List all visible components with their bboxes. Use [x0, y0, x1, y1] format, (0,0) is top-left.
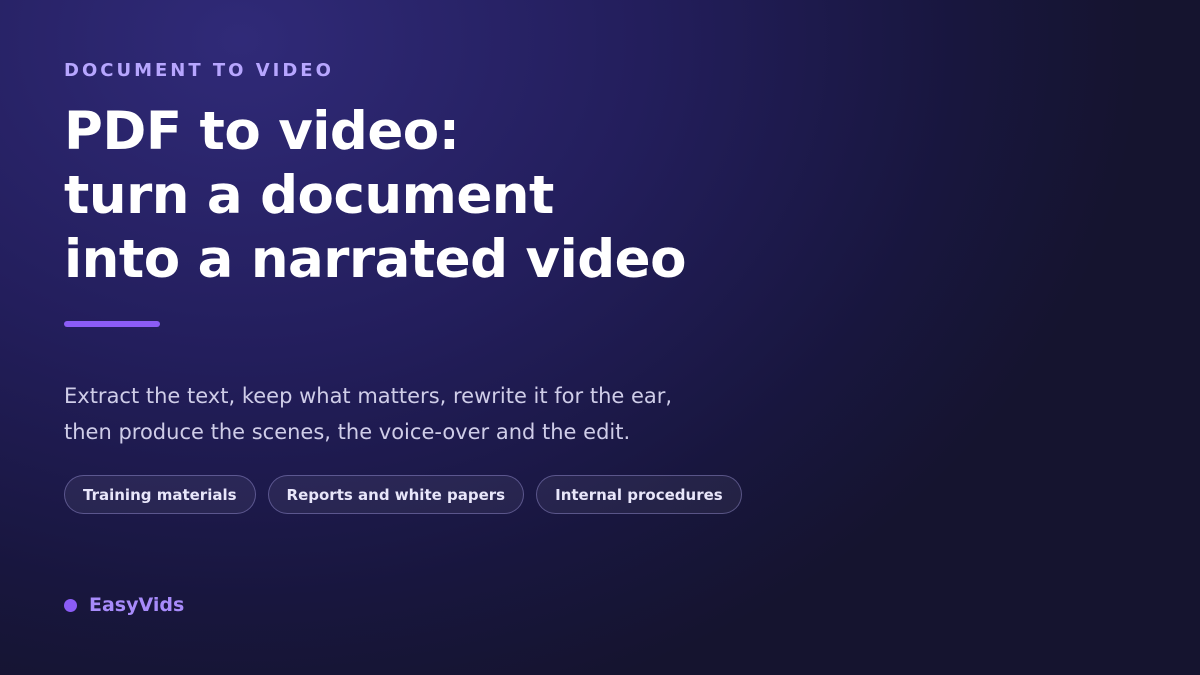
- eyebrow-label: DOCUMENT TO VIDEO: [64, 60, 334, 81]
- hero-section: DOCUMENT TO VIDEO PDF to video: turn a d…: [64, 0, 784, 675]
- tag-list: Training materials Reports and white pap…: [64, 475, 742, 514]
- brand-name: EasyVids: [89, 594, 185, 616]
- tag-internal-procedures: Internal procedures: [536, 475, 742, 514]
- lede-line: Extract the text, keep what matters, rew…: [64, 384, 673, 408]
- headline-line: turn a document: [64, 165, 554, 226]
- lede-line: then produce the scenes, the voice-over …: [64, 420, 631, 444]
- headline-line: PDF to video:: [64, 101, 460, 162]
- lede-paragraph: Extract the text, keep what matters, rew…: [64, 378, 764, 450]
- headline-line: into a narrated video: [64, 229, 687, 290]
- brand-mark: EasyVids: [64, 594, 184, 616]
- tag-training-materials: Training materials: [64, 475, 256, 514]
- tag-reports-white-papers: Reports and white papers: [267, 475, 525, 514]
- brand-dot-icon: [64, 598, 77, 612]
- accent-divider: [64, 321, 160, 327]
- page-title: PDF to video: turn a document into a nar…: [64, 100, 687, 292]
